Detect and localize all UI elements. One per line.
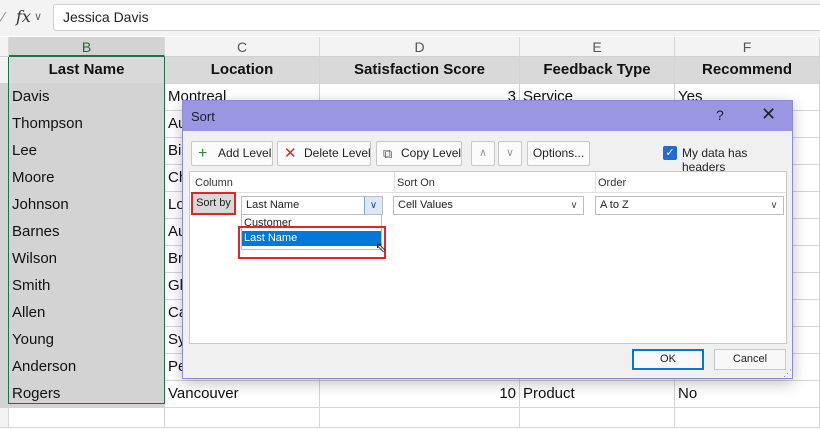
headers-checkbox[interactable]: ✓ [663, 146, 677, 160]
close-icon[interactable]: ✕ [761, 104, 776, 125]
chevron-down-icon[interactable]: ∨ [765, 197, 783, 214]
plus-icon: + [198, 145, 208, 162]
delete-level-label: Delete Level [304, 146, 371, 160]
copy-icon: ⧉ [383, 146, 393, 161]
dialog-title: Sort [191, 109, 215, 124]
highlight-box [238, 226, 386, 259]
table-cell[interactable]: No [675, 381, 820, 408]
chevron-down-icon[interactable]: ∨ [364, 197, 382, 214]
row-header[interactable] [0, 273, 9, 300]
sort-levels-area: Column Sort On Order Sort by Last Name ∨… [189, 171, 787, 344]
row-header[interactable] [0, 138, 9, 165]
copy-level-label: Copy Level [401, 146, 462, 160]
chevron-down-icon[interactable]: ∨ [565, 197, 583, 214]
table-row: Rogers Vancouver 10 Product No [0, 381, 820, 408]
sort-by-label: Sort by [191, 192, 236, 215]
table-cell[interactable]: Johnson [9, 192, 165, 219]
row-header[interactable] [0, 192, 9, 219]
table-cell[interactable] [520, 408, 675, 428]
table-cell[interactable] [675, 408, 820, 428]
header-cell[interactable]: Feedback Type [520, 57, 675, 84]
table-cell[interactable]: Barnes [9, 219, 165, 246]
header-cell[interactable]: Location [165, 57, 320, 84]
row-header[interactable] [0, 408, 9, 428]
row-header[interactable] [0, 246, 9, 273]
help-button[interactable]: ? [716, 107, 724, 123]
table-cell[interactable]: Wilson [9, 246, 165, 273]
mouse-pointer-icon: ⇖ [375, 239, 387, 255]
column-select-value: Last Name [246, 199, 300, 211]
table-cell[interactable]: Lee [9, 138, 165, 165]
formula-bar-separator: ⁄ [2, 9, 5, 26]
sort-on-select[interactable]: Cell Values ∨ [393, 196, 584, 215]
row-header[interactable] [0, 300, 9, 327]
chevron-down-icon: ∨ [505, 147, 515, 159]
table-cell[interactable]: Product [520, 381, 675, 408]
delete-x-icon: ✕ [284, 145, 297, 162]
table-cell[interactable]: Rogers [9, 381, 165, 408]
fx-icon[interactable]: fx [16, 7, 31, 26]
options-button[interactable]: Options... [527, 141, 590, 166]
row-header[interactable] [0, 327, 9, 354]
table-cell[interactable]: Allen [9, 300, 165, 327]
order-select-value: A to Z [600, 199, 629, 211]
options-label: Options... [532, 146, 585, 160]
order-select[interactable]: A to Z ∨ [595, 196, 784, 215]
table-cell[interactable]: Davis [9, 84, 165, 111]
formula-input[interactable]: Jessica Davis [53, 4, 820, 31]
levels-header [190, 172, 786, 193]
order-heading: Order [598, 177, 627, 189]
column-heading: Column [195, 177, 233, 189]
row-header[interactable] [0, 381, 9, 408]
copy-level-button[interactable]: ⧉ Copy Level [376, 141, 462, 166]
column-select[interactable]: Last Name ∨ [241, 196, 383, 215]
row-header[interactable] [0, 84, 9, 111]
column-header-d[interactable]: D [320, 37, 520, 57]
move-down-button[interactable]: ∨ [498, 141, 522, 166]
row-header[interactable] [0, 165, 9, 192]
header-cell[interactable]: Last Name [9, 57, 165, 84]
formula-bar: ⁄ fx ∨ Jessica Davis [0, 0, 820, 36]
table-cell[interactable] [9, 408, 165, 428]
row-header[interactable] [0, 219, 9, 246]
row-header-corner[interactable] [0, 37, 9, 57]
sort-on-select-value: Cell Values [398, 199, 453, 211]
delete-level-button[interactable]: ✕ Delete Level [277, 141, 371, 166]
table-cell[interactable]: Young [9, 327, 165, 354]
table-header-row: Last Name Location Satisfaction Score Fe… [0, 57, 820, 84]
table-cell[interactable]: Vancouver [165, 381, 320, 408]
header-divider [394, 172, 395, 193]
table-cell[interactable]: Moore [9, 165, 165, 192]
sort-on-heading: Sort On [397, 177, 435, 189]
table-cell[interactable]: Smith [9, 273, 165, 300]
row-header[interactable] [0, 57, 9, 84]
column-header-c[interactable]: C [165, 37, 320, 57]
row-header[interactable] [0, 111, 9, 138]
dialog-title-bar[interactable]: Sort ? ✕ [183, 101, 792, 131]
column-header-f[interactable]: F [675, 37, 820, 57]
header-divider [595, 172, 596, 193]
row-header[interactable] [0, 354, 9, 381]
ok-button[interactable]: OK [632, 349, 704, 370]
table-cell[interactable] [320, 408, 520, 428]
table-cell[interactable]: Anderson [9, 354, 165, 381]
header-cell[interactable]: Recommend [675, 57, 820, 84]
table-cell[interactable] [165, 408, 320, 428]
table-cell[interactable]: Thompson [9, 111, 165, 138]
header-cell[interactable]: Satisfaction Score [320, 57, 520, 84]
resize-grip-icon[interactable]: ⋰ [783, 368, 792, 379]
sort-dialog: Sort ? ✕ + Add Level ✕ Delete Level ⧉ Co… [182, 100, 793, 379]
add-level-button[interactable]: + Add Level [191, 141, 273, 166]
chevron-down-icon[interactable]: ∨ [34, 10, 42, 23]
add-level-label: Add Level [218, 146, 272, 160]
column-header-e[interactable]: E [520, 37, 675, 57]
empty-row [0, 408, 820, 428]
column-header-b[interactable]: B [9, 37, 165, 57]
move-up-button[interactable]: ∧ [471, 141, 495, 166]
table-cell[interactable]: 10 [320, 381, 520, 408]
chevron-up-icon: ∧ [478, 147, 488, 159]
cancel-button[interactable]: Cancel [714, 349, 786, 370]
headers-checkbox-label[interactable]: My data has headers [682, 146, 792, 174]
